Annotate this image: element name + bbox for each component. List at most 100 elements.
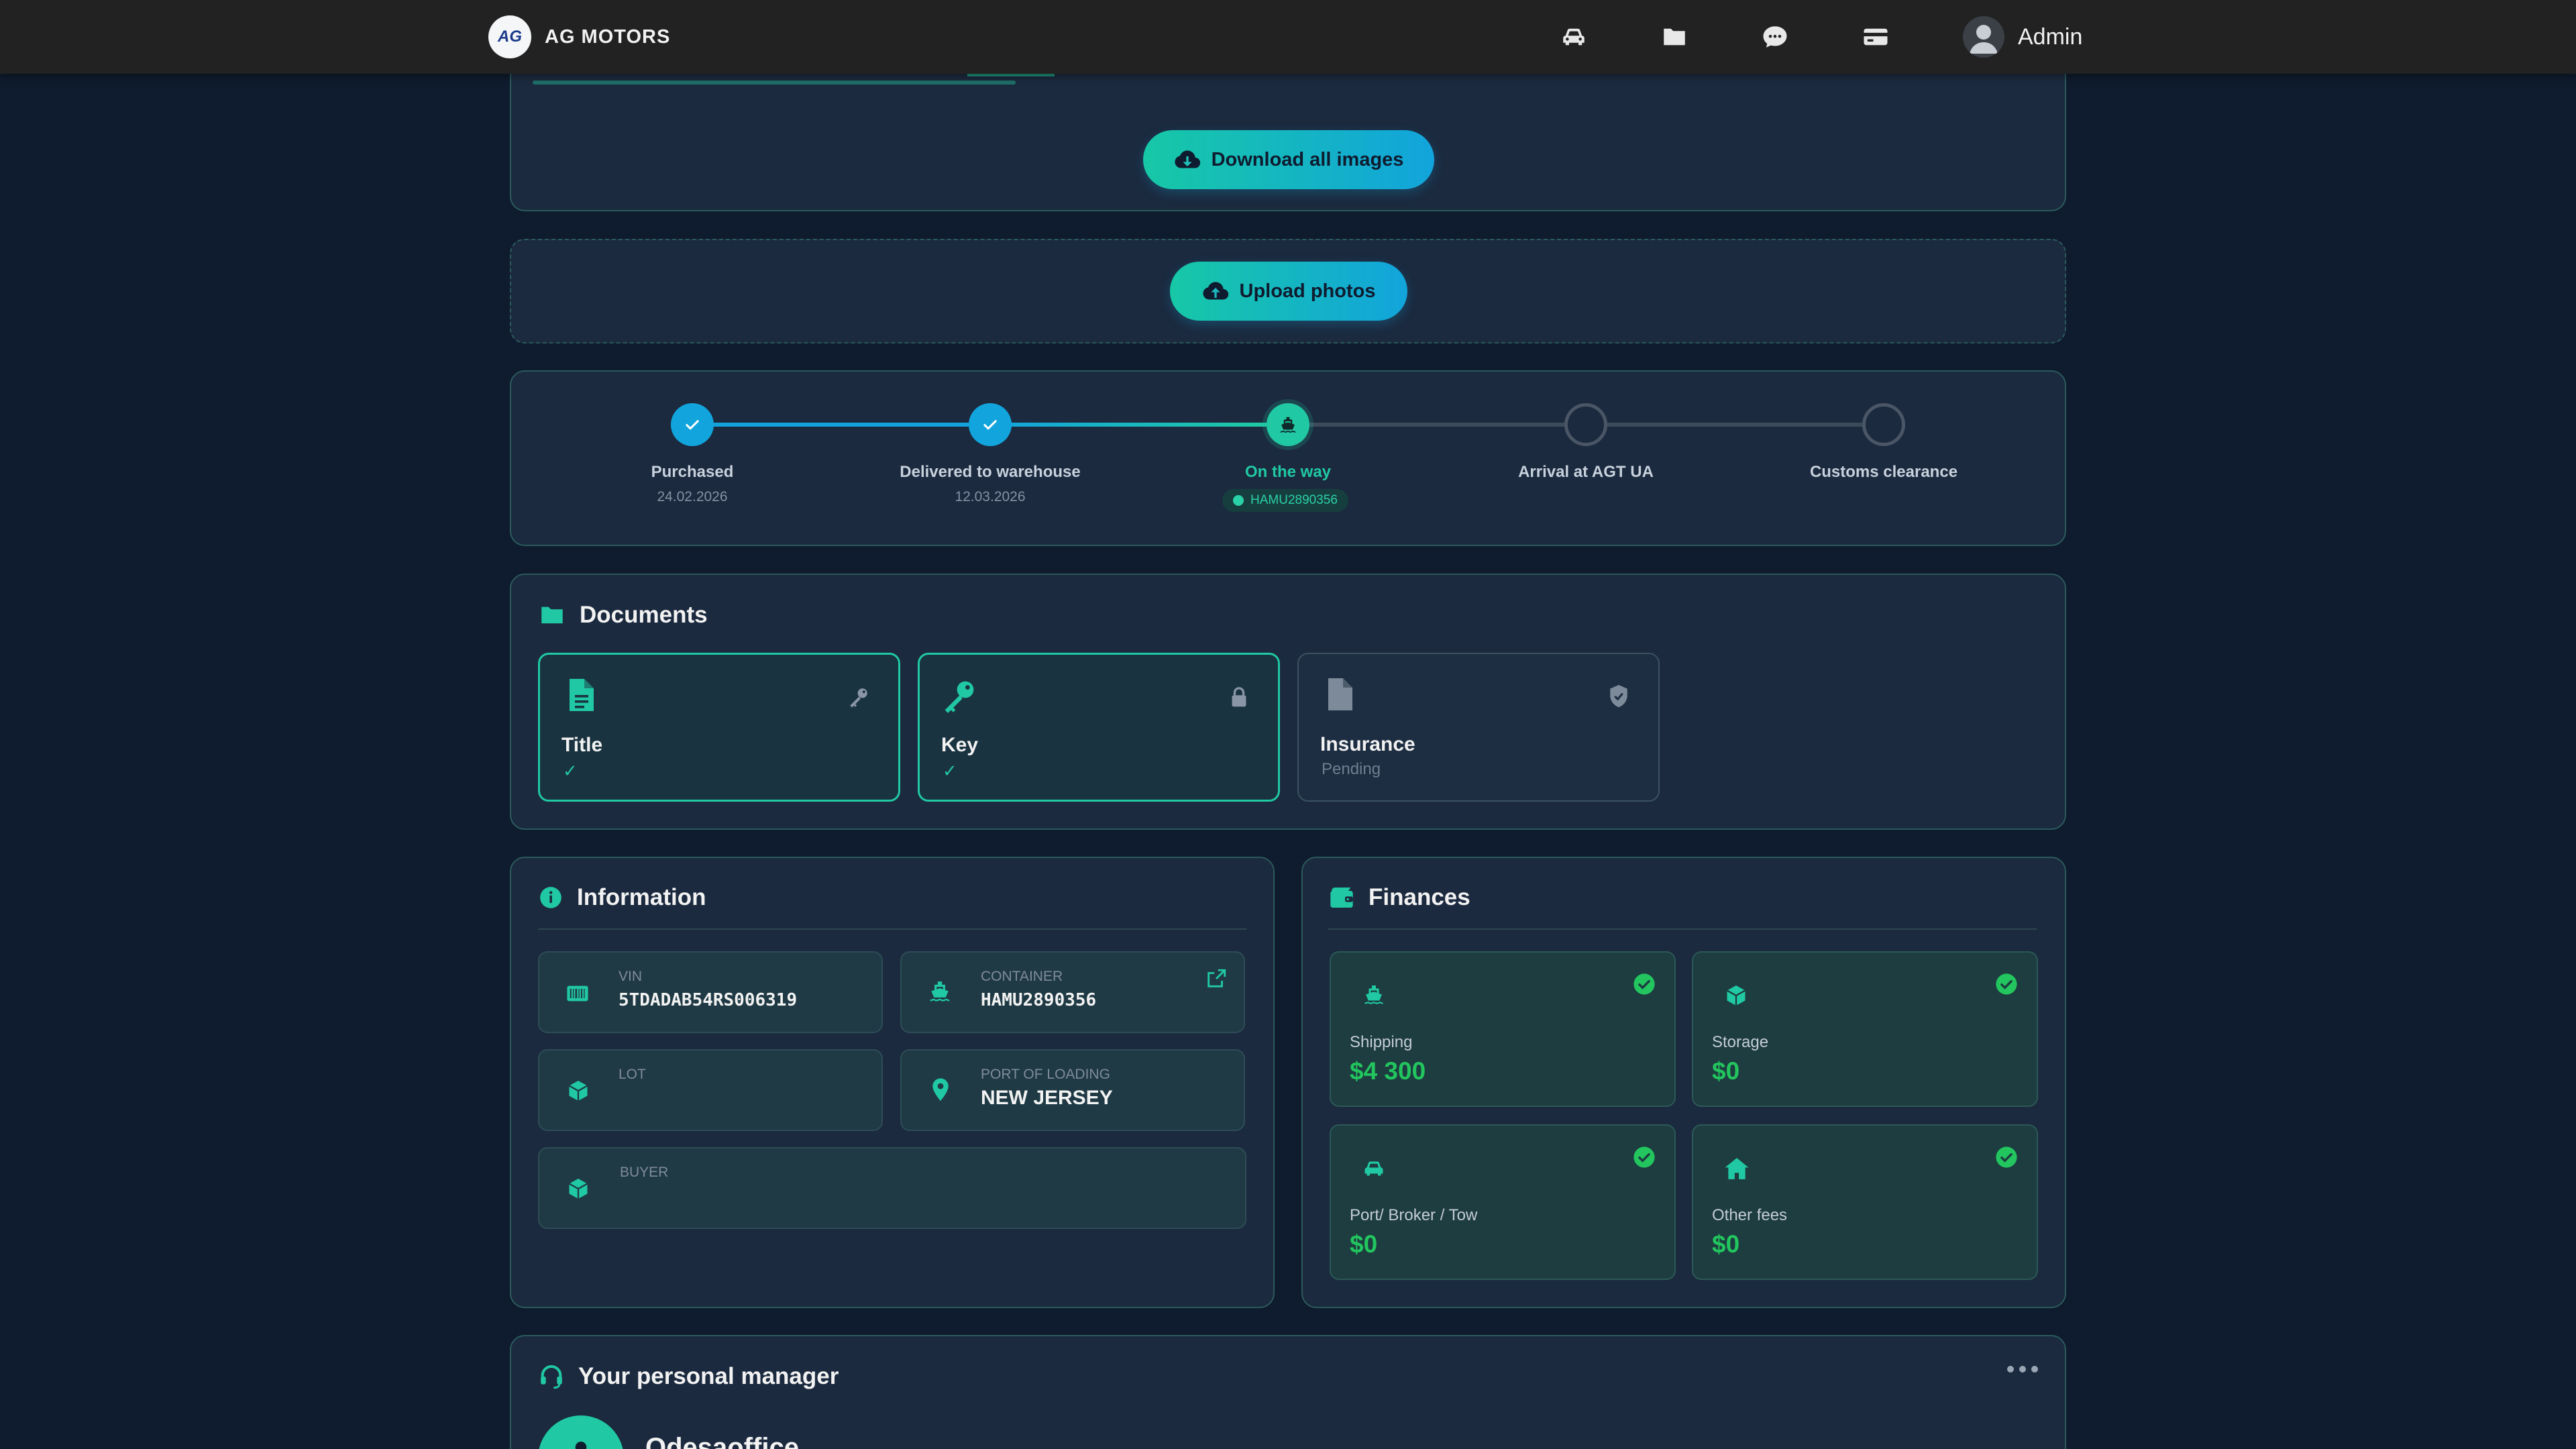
folder-icon [541,606,563,624]
buyer-label: BUYER [620,1165,669,1180]
download-all-images-label: Download all images [1211,148,1404,170]
finance-value: $4 300 [1350,1057,1426,1085]
external-link-icon[interactable] [1205,967,1228,990]
finance-label: Other fees [1712,1206,1788,1224]
progress-line-pending [1288,423,1564,427]
document-title-tile[interactable]: Title ✓ [538,653,900,802]
user-menu[interactable]: Admin [1963,16,2082,58]
finance-value: $0 [1712,1057,1740,1085]
personal-manager-title: Your personal manager [578,1363,839,1389]
documents-title: Documents [580,602,708,628]
port-of-loading-value: NEW JERSEY [981,1087,1113,1109]
key-icon [945,681,974,713]
step-on-the-way-ship-icon [1267,403,1309,446]
download-all-images-button[interactable]: Download all images [1143,130,1434,189]
finances-heading: Finances [1328,884,1470,911]
more-options-icon[interactable] [2007,1366,2038,1373]
progress-line-done [692,423,969,427]
port-of-loading-tile: PORT OF LOADING NEW JERSEY [900,1049,1245,1131]
chat-icon[interactable] [1761,23,1789,51]
wallet-icon [1330,888,1353,908]
step-arrival-circle-icon [1564,403,1607,446]
upload-photos-button[interactable]: Upload photos [1170,262,1407,321]
document-status-pending: Pending [1322,760,1381,778]
step-label: Customs clearance [1809,463,1958,481]
step-label: Arrival at AGT UA [1518,463,1654,481]
check-circle-icon [1633,1146,1655,1168]
finances-divider [1328,928,2037,930]
info-icon [540,887,561,908]
document-name: Insurance [1320,733,1415,755]
vin-tile: VIN 5TDADAB54RS006319 [538,951,883,1033]
home-icon [1725,1158,1749,1179]
progress-line-done [990,423,1267,427]
finance-value: $0 [1712,1230,1740,1258]
step-customs-circle-icon [1862,403,1905,446]
brand-logo: AG [488,15,531,58]
status-dot-icon [1233,495,1244,506]
cloud-download-icon [1175,150,1200,168]
upload-photos-label: Upload photos [1239,280,1376,302]
lock-icon [1232,687,1246,707]
finance-other-fees-tile: Other fees $0 [1692,1124,2038,1280]
finance-storage-tile: Storage $0 [1692,951,2038,1107]
barcode-icon [567,985,588,1002]
location-pin-icon [932,1078,949,1102]
car-icon [1364,1161,1383,1176]
container-badge[interactable]: HAMU2890356 [1222,489,1348,512]
document-status-check: ✓ [563,761,578,781]
document-key-tile[interactable]: Key ✓ [918,653,1280,802]
brand[interactable]: AG AG MOTORS [488,15,670,58]
check-circle-icon [1996,1146,2017,1168]
card-icon[interactable] [1862,23,1890,51]
container-value: HAMU2890356 [981,990,1097,1010]
progress-line-pending [1586,423,1862,427]
user-name: Admin [2018,23,2083,50]
port-of-loading-label: PORT OF LOADING [981,1067,1110,1082]
shipment-progress-card [510,370,2066,546]
documents-heading: Documents [538,601,708,629]
step-date: 24.02.2026 [657,489,728,504]
container-tile: CONTAINER HAMU2890356 [900,951,1245,1033]
car-icon[interactable] [1560,23,1588,51]
cloud-upload-icon [1202,282,1228,300]
document-status-check: ✓ [943,761,957,781]
headset-icon [541,1365,562,1389]
finance-label: Port/ Broker / Tow [1350,1206,1478,1224]
document-name: Key [941,734,979,756]
document-insurance-tile[interactable]: Insurance Pending [1297,653,1660,802]
information-divider [538,928,1246,930]
document-name: Title [561,734,603,756]
folder-icon[interactable] [1660,23,1688,51]
gallery-scrollbar[interactable] [533,80,1016,85]
finances-title: Finances [1368,884,1470,910]
buyer-tile: BUYER [538,1147,1246,1229]
top-navigation-bar: AG AG MOTORS Admin [0,0,2576,74]
manager-avatar-icon [538,1415,624,1449]
ship-icon [930,981,950,1002]
step-label: Purchased [651,463,734,481]
user-avatar-icon [1963,16,2004,58]
finance-label: Shipping [1350,1033,1413,1051]
vin-value: 5TDADAB54RS006319 [619,990,798,1010]
step-warehouse-check-icon [969,403,1012,446]
step-purchased-check-icon [671,403,714,446]
lot-tile: LOT [538,1049,883,1131]
finance-shipping-tile: Shipping $4 300 [1330,951,1676,1107]
check-circle-icon [1996,973,2017,995]
manager-name: Odesaoffice [645,1433,799,1449]
vin-label: VIN [619,969,643,984]
box-icon [568,1081,588,1101]
document-icon [1328,678,1352,710]
box-icon [1726,985,1746,1006]
box-icon [568,1179,588,1199]
step-label-current: On the way [1244,463,1332,481]
gallery-scroll-indicator [967,74,1055,76]
information-title: Information [577,884,706,910]
key-icon [850,688,867,708]
finance-port-broker-tow-tile: Port/ Broker / Tow $0 [1330,1124,1676,1280]
personal-manager-heading: Your personal manager [538,1363,839,1390]
container-badge-label: HAMU2890356 [1250,493,1338,507]
container-label: CONTAINER [981,969,1063,984]
finance-label: Storage [1712,1033,1769,1051]
